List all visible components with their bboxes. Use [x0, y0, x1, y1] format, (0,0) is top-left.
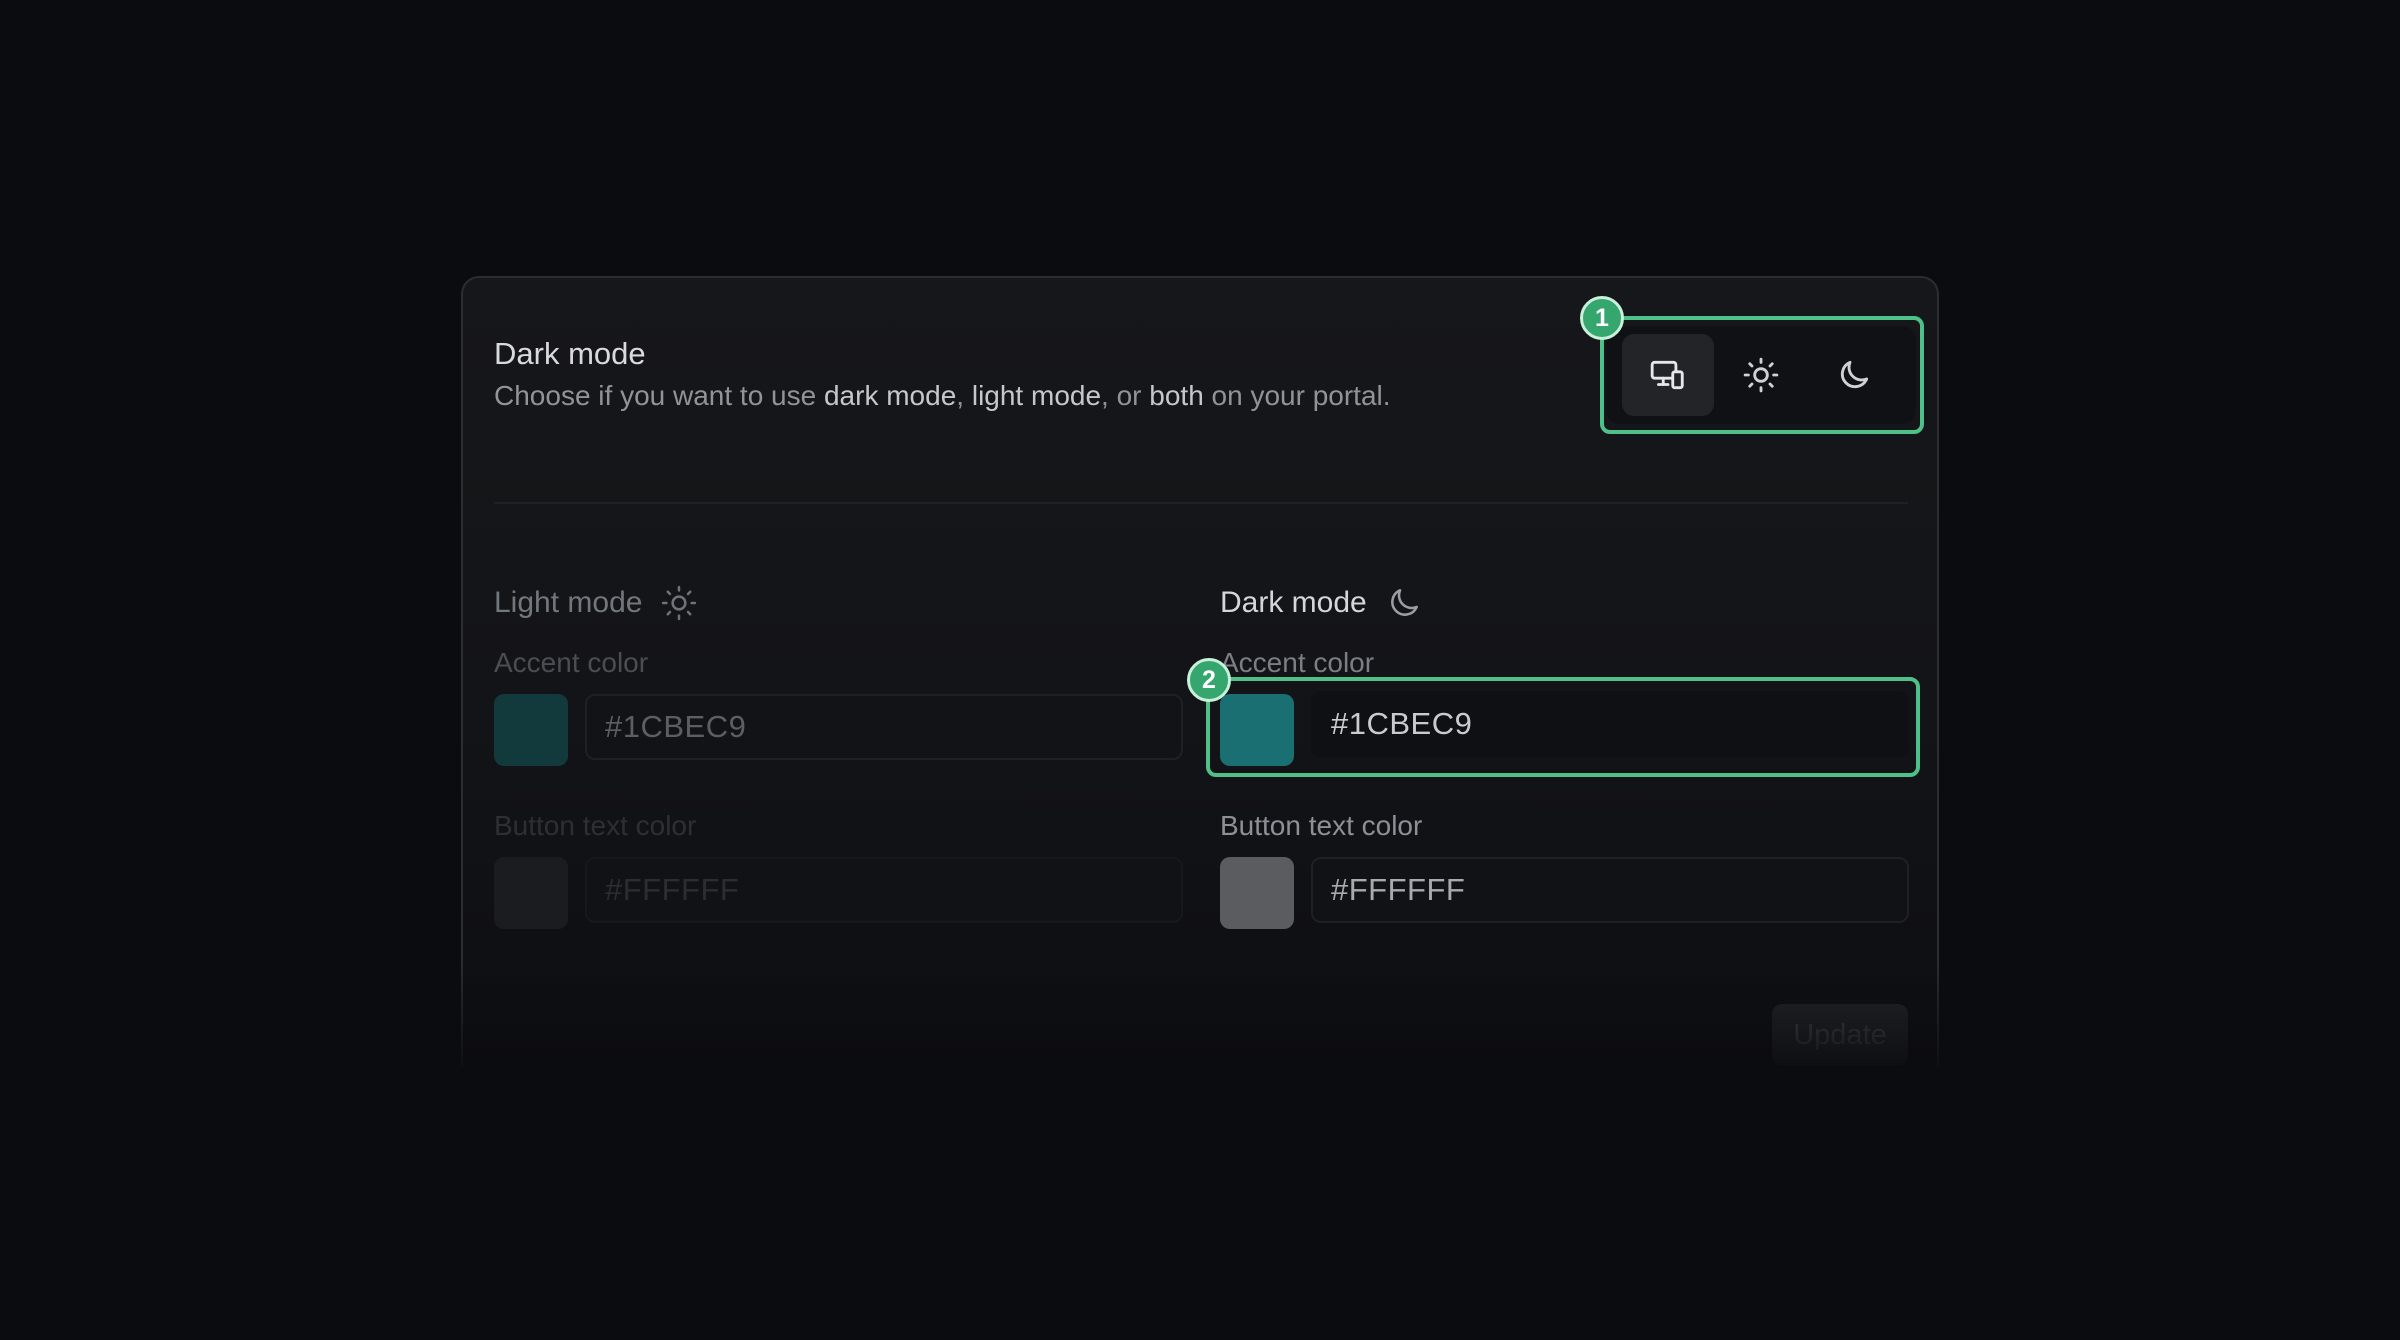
dark-mode-heading: Dark mode: [1220, 584, 1423, 622]
description-text: Choose if you want to use: [494, 380, 824, 411]
light-button-text-input[interactable]: #FFFFFF: [585, 857, 1183, 923]
light-button-text-label: Button text color: [494, 810, 697, 841]
description-light-mode: light mode: [971, 380, 1102, 411]
light-mode-heading: Light mode: [494, 584, 698, 622]
dark-button-text-label: Button text color: [1220, 810, 1423, 841]
dark-mode-heading-label: Dark mode: [1220, 586, 1367, 619]
moon-icon: [1390, 589, 1418, 616]
dark-accent-label: Accent color: [1220, 647, 1375, 678]
sun-icon: [662, 585, 697, 621]
dark-button-text-input[interactable]: #FFFFFF: [1311, 857, 1909, 923]
section-divider: [494, 502, 1908, 504]
light-accent-input[interactable]: #1CBEC9: [585, 694, 1183, 760]
dark-button-text-swatch[interactable]: [1220, 857, 1294, 929]
description-text: , or: [1101, 380, 1150, 411]
section-description: Choose if you want to use dark mode, lig…: [494, 380, 1391, 412]
annotation-badge-2: 2: [1187, 658, 1231, 702]
annotation-highlight-accent: [1206, 677, 1920, 777]
description-text: ,: [956, 380, 972, 411]
light-accent-swatch[interactable]: [494, 694, 568, 766]
annotation-highlight-toggle: [1600, 316, 1924, 434]
light-button-text-swatch[interactable]: [494, 857, 568, 929]
update-button[interactable]: Update: [1772, 1004, 1908, 1066]
section-title: Dark mode: [494, 336, 646, 371]
description-text: on your portal.: [1203, 380, 1391, 411]
description-both: both: [1149, 380, 1204, 411]
annotation-badge-1: 1: [1580, 296, 1624, 340]
light-mode-heading-label: Light mode: [494, 586, 643, 619]
description-dark-mode: dark mode: [823, 380, 957, 411]
light-accent-label: Accent color: [494, 647, 649, 678]
